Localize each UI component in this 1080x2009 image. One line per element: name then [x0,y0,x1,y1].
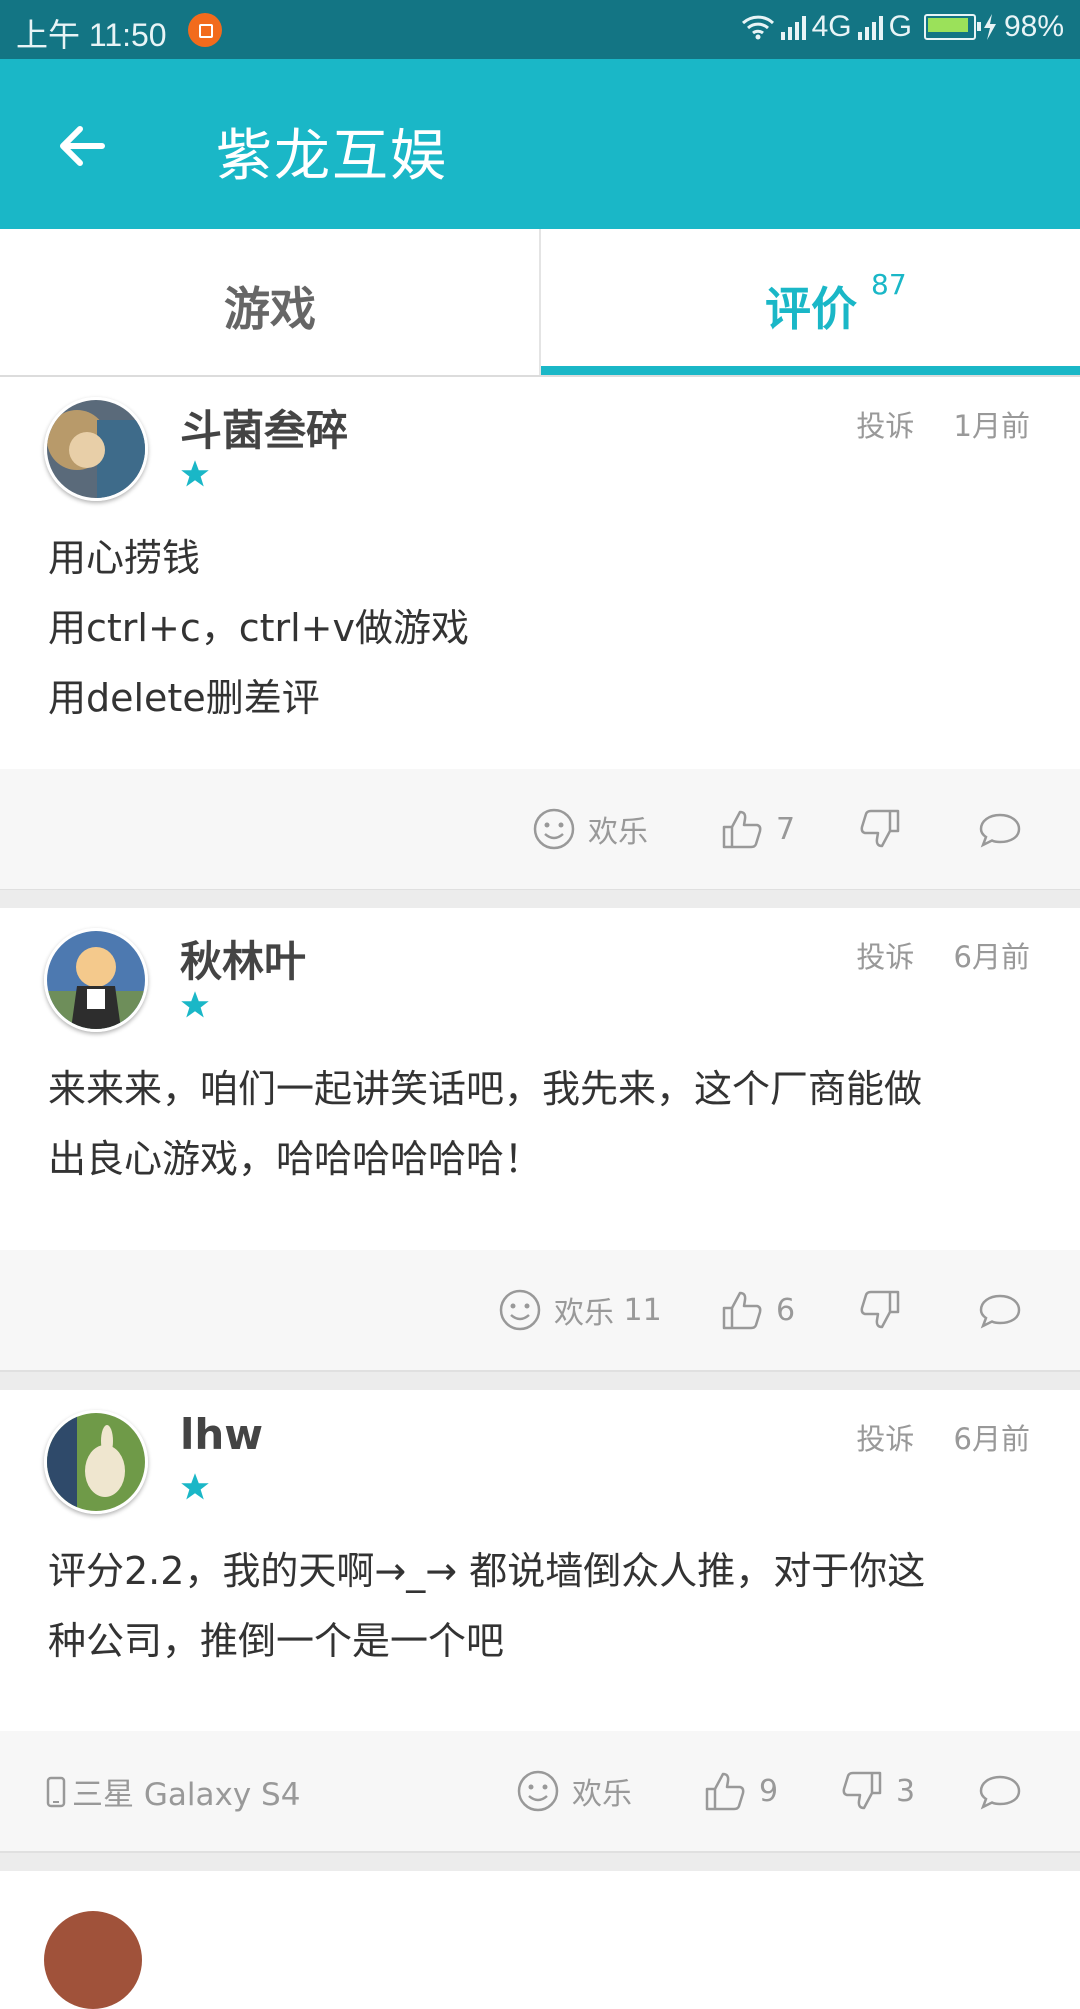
review-item-partial [0,1871,1080,2009]
phone-icon [46,1776,66,1807]
funny-label: 欢乐 [588,815,648,850]
network-type: 4G [811,10,852,43]
like-button[interactable]: 7 [720,807,795,851]
thumbs-down-icon [860,809,900,848]
tab-bar: 游戏 评价 87 [0,229,1080,377]
funny-button[interactable]: 欢乐 [516,1769,632,1813]
dislike-button[interactable] [858,1288,914,1332]
avatar[interactable] [44,1911,142,2009]
device-info: 三星 Galaxy S4 [46,1769,300,1814]
like-count: 9 [759,1773,779,1809]
review-count-badge: 87 [871,268,907,301]
review-username[interactable]: 斗菌叁碎 [180,397,348,458]
smile-icon [499,1289,541,1331]
smile-icon [517,1770,559,1812]
signal-icon-2 [857,14,883,40]
battery-level: 98% [1003,10,1064,43]
tab-reviews[interactable]: 评价 87 [541,229,1080,375]
thumbs-down-icon [860,1290,900,1329]
review-item: lhw 投诉 6月前 评分2.2，我的天啊→_→ 都说墙倒众人推，对于你这 种公… [0,1390,1080,1853]
back-arrow-icon[interactable] [52,116,112,176]
separator [0,1853,1080,1871]
funny-label: 欢乐 [572,1777,632,1812]
comment-icon [979,813,1021,848]
funny-count: 11 [623,1292,662,1328]
thumbs-up-icon [722,1291,762,1330]
tab-reviews-label: 评价 [765,282,857,336]
review-username[interactable]: 秋林叶 [180,928,306,989]
funny-button[interactable]: 欢乐 11 [498,1288,662,1332]
device-name: 三星 Galaxy S4 [72,1777,301,1813]
review-line: 种公司，推倒一个是一个吧 [48,1619,505,1663]
avatar[interactable] [44,397,148,501]
thumbs-down-icon [842,1771,882,1810]
separator [0,1372,1080,1390]
like-button[interactable]: 9 [703,1769,778,1813]
thumbs-up-icon [705,1772,745,1811]
avatar[interactable] [44,928,148,1032]
funny-button[interactable]: 欢乐 [532,807,648,851]
dislike-button[interactable]: 3 [840,1769,915,1813]
status-time: 上午 11:50 [16,17,167,53]
review-text: 评分2.2，我的天啊→_→ 都说墙倒众人推，对于你这 种公司，推倒一个是一个吧 [48,1536,1038,1676]
report-link[interactable]: 投诉 [856,409,914,443]
comment-button[interactable] [978,1769,1034,1813]
review-text: 来来来，咱们一起讲笑话吧，我先来，这个厂商能做 出良心游戏，哈哈哈哈哈哈！ [48,1054,1038,1194]
review-time: 1月前 [953,409,1030,443]
like-button[interactable]: 6 [720,1288,795,1332]
funny-label: 欢乐 [554,1296,614,1331]
comment-icon [979,1294,1021,1329]
review-item: 秋林叶 投诉 6月前 来来来，咱们一起讲笑话吧，我先来，这个厂商能做 出良心游戏… [0,908,1080,1372]
star-icon [181,1473,209,1500]
avatar[interactable] [44,1410,148,1514]
wifi-icon [741,15,774,40]
review-line: 用心捞钱 [48,536,201,580]
separator [0,890,1080,908]
star-icon [181,991,209,1018]
thumbs-up-icon [722,810,762,849]
signal-icon [780,14,806,40]
comment-button[interactable] [978,1288,1034,1332]
comment-icon [979,1775,1021,1810]
review-item: 斗菌叁碎 投诉 1月前 用心捞钱 用ctrl+c，ctrl+v做游戏 用dele… [0,377,1080,891]
network-type-2: G [888,10,912,43]
dislike-count: 3 [896,1773,916,1809]
charging-icon [983,14,996,40]
review-line: 用delete删差评 [48,676,320,720]
review-line: 评分2.2，我的天啊→_→ 都说墙倒众人推，对于你这 [48,1549,926,1593]
status-bar: 上午 11:50 4G G 98% [0,0,1080,59]
star-icon [181,460,209,487]
tab-games-label: 游戏 [224,282,316,336]
review-text: 用心捞钱 用ctrl+c，ctrl+v做游戏 用delete删差评 [48,523,1038,733]
tab-games[interactable]: 游戏 [0,229,540,375]
notification-icon [188,13,222,47]
review-action-bar: 三星 Galaxy S4 欢乐 9 3 [0,1731,1080,1853]
tab-indicator [541,366,1080,375]
review-line: 用ctrl+c，ctrl+v做游戏 [48,606,470,650]
page-title: 紫龙互娱 [216,124,448,189]
review-line: 出良心游戏，哈哈哈哈哈哈！ [48,1137,543,1181]
comment-button[interactable] [978,807,1034,851]
review-username[interactable]: lhw [180,1410,263,1459]
review-time: 6月前 [953,1422,1030,1456]
review-time: 6月前 [953,940,1030,974]
like-count: 6 [776,1292,796,1328]
review-action-bar: 欢乐 11 6 [0,1250,1080,1372]
smile-icon [533,808,575,850]
app-bar: 紫龙互娱 [0,59,1080,229]
report-link[interactable]: 投诉 [856,940,914,974]
battery-icon [923,14,981,40]
report-link[interactable]: 投诉 [856,1422,914,1456]
dislike-button[interactable] [858,807,914,851]
like-count: 7 [776,811,796,847]
review-action-bar: 欢乐 7 [0,769,1080,891]
review-line: 来来来，咱们一起讲笑话吧，我先来，这个厂商能做 [48,1067,923,1111]
